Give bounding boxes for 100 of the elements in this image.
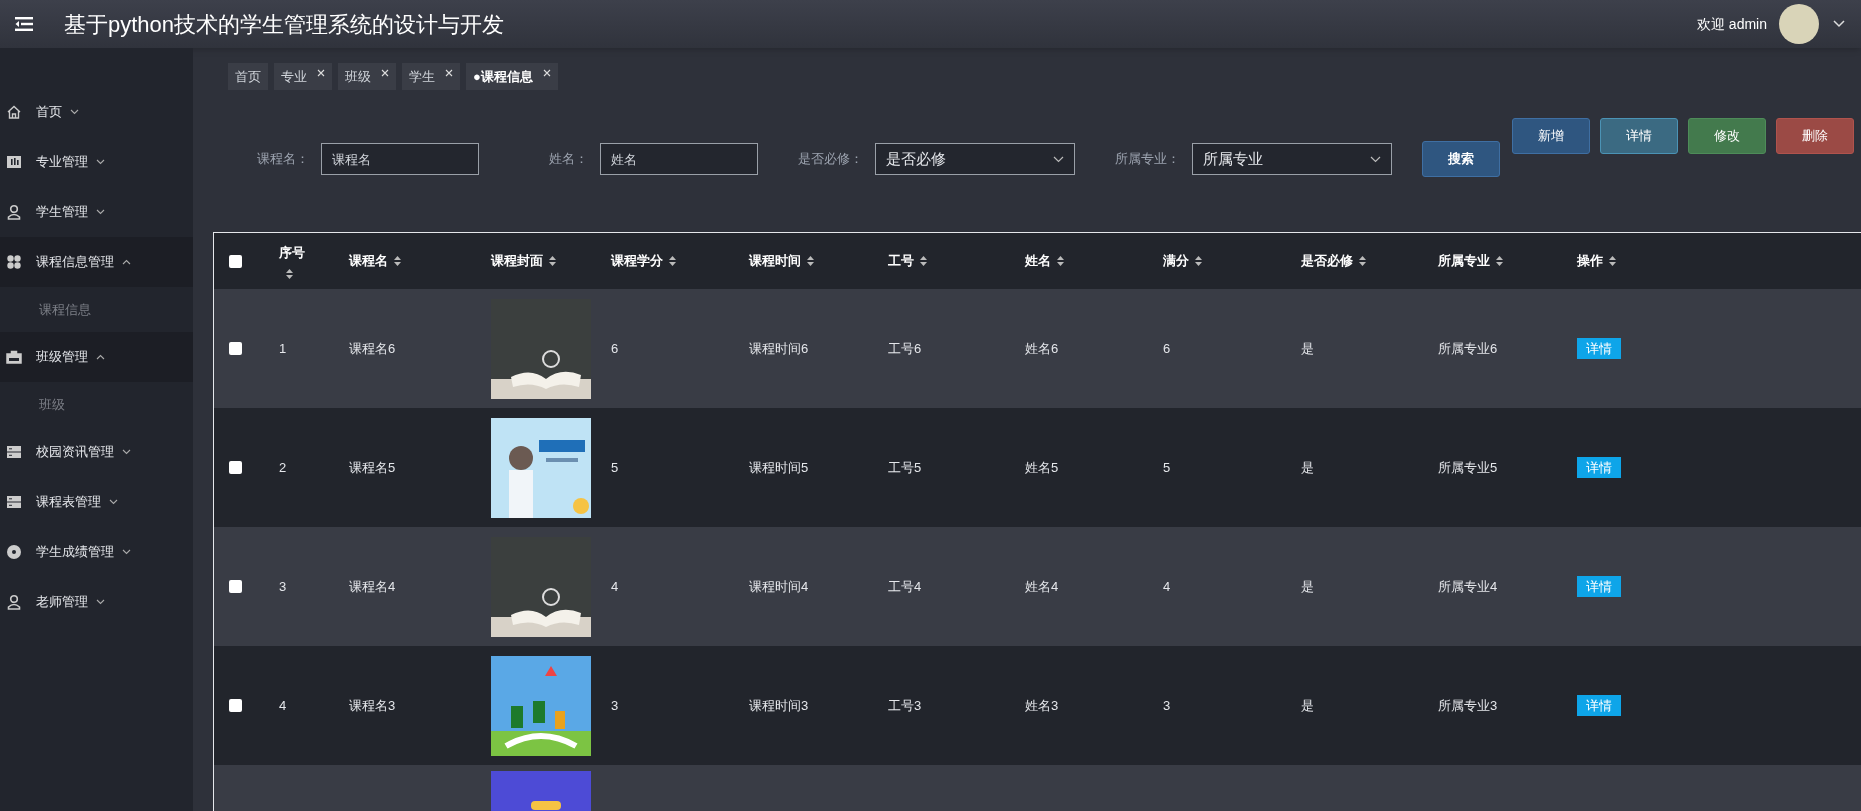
- sort-icon[interactable]: [669, 256, 676, 266]
- sort-icon[interactable]: [1609, 256, 1616, 266]
- tab[interactable]: 专业: [274, 63, 332, 90]
- chevron-down-icon[interactable]: [1833, 20, 1845, 28]
- checkbox[interactable]: [229, 699, 242, 712]
- input-field[interactable]: 姓名: [600, 143, 758, 175]
- table-cell: 6: [611, 340, 619, 356]
- column-header[interactable]: 工号: [888, 251, 914, 271]
- sidebar-subitem[interactable]: 课程信息: [0, 287, 193, 332]
- chevron-down-icon: [122, 549, 131, 555]
- chevron-down-icon: [96, 209, 105, 215]
- detail-button[interactable]: 详情: [1600, 118, 1678, 154]
- select-field[interactable]: 所属专业: [1192, 143, 1392, 175]
- chevron-up-icon: [96, 354, 105, 360]
- column-header[interactable]: 操作: [1577, 251, 1603, 271]
- table-cell: 课程时间6: [749, 340, 809, 356]
- close-icon[interactable]: [542, 68, 551, 77]
- chevron-down-icon: [1053, 155, 1064, 163]
- table-cell: 课程名5: [349, 459, 396, 475]
- avatar[interactable]: [1779, 4, 1819, 44]
- checkbox[interactable]: [229, 342, 242, 355]
- chevron-down-icon: [96, 599, 105, 605]
- sidebar-item[interactable]: 校园资讯管理: [0, 427, 193, 477]
- person-icon: [6, 204, 22, 220]
- tab[interactable]: 学生: [402, 63, 460, 90]
- table-cell: 工号6: [888, 340, 922, 356]
- select-field[interactable]: 是否必修: [875, 143, 1075, 175]
- table-cell: 工号3: [888, 697, 922, 713]
- sidebar-item[interactable]: 老师管理: [0, 577, 193, 627]
- column-header[interactable]: 是否必修: [1301, 251, 1353, 271]
- close-icon[interactable]: [381, 68, 389, 77]
- tab[interactable]: ●课程信息: [466, 63, 558, 90]
- sidebar-item[interactable]: 课程信息管理: [0, 237, 193, 287]
- sort-icon[interactable]: [920, 256, 927, 266]
- chevron-down-icon: [109, 499, 118, 505]
- table-cell: 课程名4: [349, 578, 396, 594]
- table-cell: 姓名4: [1025, 578, 1059, 594]
- close-icon[interactable]: [317, 68, 325, 77]
- edit-button[interactable]: 修改: [1688, 118, 1766, 154]
- disc-icon: [6, 544, 22, 560]
- table-cell: 5: [611, 459, 619, 475]
- checkbox[interactable]: [229, 461, 242, 474]
- close-icon[interactable]: [445, 68, 453, 77]
- home-icon: [6, 104, 22, 120]
- column-header[interactable]: 课程名: [349, 251, 388, 271]
- sidebar-item[interactable]: 学生成绩管理: [0, 527, 193, 577]
- checkbox[interactable]: [229, 580, 242, 593]
- sort-icon[interactable]: [1359, 256, 1366, 266]
- column-header[interactable]: 课程封面: [491, 251, 543, 271]
- table-cell: 工号5: [888, 459, 922, 475]
- table-cell: 姓名5: [1025, 459, 1059, 475]
- sort-icon[interactable]: [549, 256, 556, 266]
- server-icon: [6, 444, 22, 460]
- sort-icon[interactable]: [807, 256, 814, 266]
- sort-icon[interactable]: [1057, 256, 1064, 266]
- table-cell: 工号4: [888, 578, 922, 594]
- checkbox[interactable]: [229, 254, 242, 268]
- table-cell: 4: [279, 697, 287, 713]
- bar-chart-icon: [6, 154, 22, 170]
- delete-button[interactable]: 删除: [1776, 118, 1854, 154]
- table-cell: 3: [1163, 697, 1171, 713]
- sort-icon[interactable]: [286, 268, 293, 279]
- table-cell: 课程时间3: [749, 697, 809, 713]
- sidebar-item[interactable]: 专业管理: [0, 137, 193, 187]
- table-cell: 6: [1163, 340, 1171, 356]
- table-cell: 1: [279, 340, 287, 356]
- table-cell: 所属专业5: [1438, 459, 1498, 475]
- input-field[interactable]: 课程名: [321, 143, 479, 175]
- column-header[interactable]: 课程时间: [749, 251, 801, 271]
- menu-icon[interactable]: [15, 17, 33, 31]
- table-cell: 姓名6: [1025, 340, 1059, 356]
- table-cell: 所属专业4: [1438, 578, 1498, 594]
- field-label: 是否必修：: [798, 150, 863, 169]
- sort-icon[interactable]: [394, 256, 401, 266]
- column-header[interactable]: 课程学分: [611, 251, 663, 271]
- sidebar-item[interactable]: 课程表管理: [0, 477, 193, 527]
- sort-icon[interactable]: [1496, 256, 1503, 266]
- column-header[interactable]: 序号: [279, 243, 305, 263]
- table-cell: 4: [1163, 578, 1171, 594]
- sort-icon[interactable]: [1195, 256, 1202, 266]
- tab[interactable]: 班级: [338, 63, 396, 90]
- column-header[interactable]: 所属专业: [1438, 251, 1490, 271]
- table-cell: 2: [279, 459, 287, 475]
- sidebar-subitem[interactable]: 班级: [0, 382, 193, 427]
- search-button[interactable]: 搜索: [1422, 141, 1500, 177]
- column-header[interactable]: 姓名: [1025, 251, 1051, 271]
- person-icon: [6, 594, 22, 610]
- app-title: 基于python技术的学生管理系统的设计与开发: [64, 10, 505, 39]
- tab[interactable]: 首页: [228, 63, 268, 90]
- sidebar-item[interactable]: 首页: [0, 87, 193, 137]
- column-header[interactable]: 满分: [1163, 251, 1189, 271]
- table-cell: 课程名6: [349, 340, 396, 356]
- table-cell: 3: [611, 697, 619, 713]
- sidebar-item[interactable]: 学生管理: [0, 187, 193, 237]
- table-cell: 课程时间4: [749, 578, 809, 594]
- table-cell: 姓名3: [1025, 697, 1059, 713]
- sidebar-item[interactable]: 班级管理: [0, 332, 193, 382]
- server-icon: [6, 494, 22, 510]
- chevron-up-icon: [122, 259, 131, 265]
- add-button[interactable]: 新增: [1512, 118, 1590, 154]
